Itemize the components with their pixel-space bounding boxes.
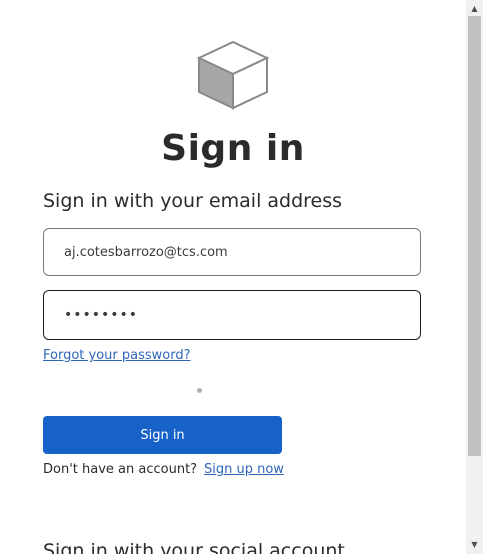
content-area: Sign in Sign in with your email address …: [0, 0, 466, 554]
form-subtitle: Sign in with your email address: [43, 190, 343, 212]
vertical-scrollbar[interactable]: ▲ ▼: [466, 0, 483, 554]
scroll-thumb[interactable]: [468, 16, 481, 456]
loading-indicator: [197, 388, 202, 393]
sign-in-button[interactable]: Sign in: [43, 416, 282, 454]
password-field[interactable]: [43, 290, 421, 340]
sign-in-page: Sign in Sign in with your email address …: [0, 0, 483, 554]
scroll-up-icon[interactable]: ▲: [466, 2, 483, 16]
sign-up-link[interactable]: Sign up now: [204, 462, 284, 477]
social-heading: Sign in with your social account: [43, 540, 345, 554]
email-field[interactable]: [43, 228, 421, 276]
cube-icon: [196, 38, 270, 112]
forgot-password-link[interactable]: Forgot your password?: [43, 348, 191, 363]
scroll-down-icon[interactable]: ▼: [466, 538, 483, 552]
page-title: Sign in: [161, 128, 305, 169]
no-account-text: Don't have an account?: [43, 462, 198, 477]
